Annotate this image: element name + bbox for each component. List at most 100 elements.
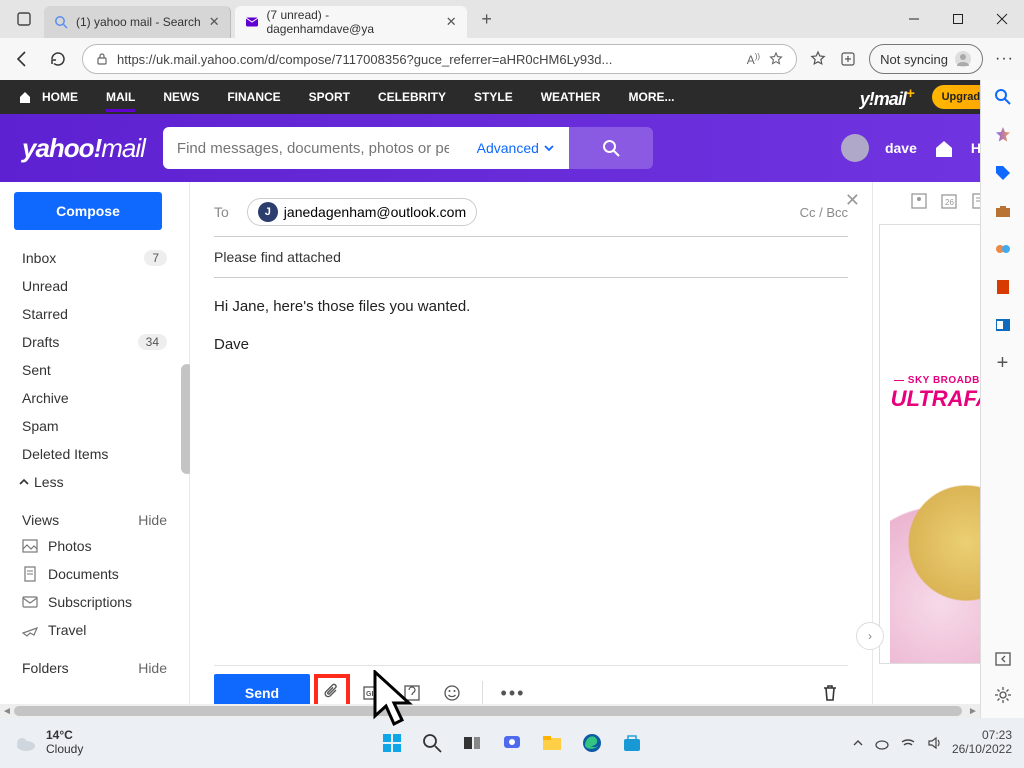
clock[interactable]: 07:23 26/10/2022	[952, 729, 1012, 757]
profile-icon	[954, 50, 972, 68]
subject-field[interactable]: Please find attached	[214, 237, 848, 278]
nav-style[interactable]: STYLE	[474, 90, 513, 104]
settings-icon[interactable]	[992, 684, 1014, 706]
folder-spam[interactable]: Spam	[0, 412, 189, 440]
view-travel[interactable]: Travel	[0, 616, 189, 644]
weather-widget[interactable]: 14°C Cloudy	[12, 729, 83, 757]
scroll-left-icon[interactable]: ◄	[0, 704, 14, 718]
tools-icon[interactable]	[992, 200, 1014, 222]
search-input[interactable]	[163, 127, 463, 169]
compose-button[interactable]: Compose	[14, 192, 162, 230]
view-subscriptions[interactable]: Subscriptions	[0, 588, 189, 616]
yahoo-mail-logo[interactable]: yahoo!mail	[22, 133, 145, 164]
tray-expand-icon[interactable]	[852, 737, 864, 749]
folder-sent[interactable]: Sent	[0, 356, 189, 384]
hide-views[interactable]: Hide	[138, 512, 167, 528]
toolbar-separator	[482, 681, 483, 705]
taskbar-search-icon[interactable]	[417, 728, 447, 758]
calendar-icon[interactable]: 26	[940, 192, 958, 210]
browser-tab-1[interactable]: (1) yahoo mail - Search ✕	[44, 6, 231, 38]
tab-actions-icon[interactable]	[8, 2, 40, 36]
folder-drafts[interactable]: Drafts34	[0, 328, 189, 356]
refresh-button[interactable]	[46, 47, 70, 71]
nav-home[interactable]: HOME	[42, 90, 78, 104]
sync-status[interactable]: Not syncing	[869, 44, 983, 74]
close-window-button[interactable]	[980, 3, 1024, 35]
emoji-icon	[442, 683, 462, 703]
nav-sport[interactable]: SPORT	[309, 90, 350, 104]
search-icon	[54, 15, 68, 29]
folder-deleted[interactable]: Deleted Items	[0, 440, 189, 468]
main-area: Compose Inbox7 Unread Starred Drafts34 S…	[0, 182, 1024, 718]
nav-celebrity[interactable]: CELEBRITY	[378, 90, 446, 104]
minimize-button[interactable]	[892, 3, 936, 35]
recipient-chip[interactable]: J janedagenham@outlook.com	[247, 198, 477, 226]
advanced-search[interactable]: Advanced	[463, 127, 569, 169]
close-compose-button[interactable]: ✕	[845, 190, 860, 211]
message-body[interactable]: Hi Jane, here's those files you wanted. …	[214, 278, 848, 373]
avatar[interactable]	[841, 134, 869, 162]
search-button[interactable]	[569, 127, 653, 169]
start-button[interactable]	[377, 728, 407, 758]
lock-icon	[95, 52, 109, 66]
maximize-button[interactable]	[936, 3, 980, 35]
username[interactable]: dave	[885, 140, 917, 156]
star-add-icon[interactable]	[768, 51, 784, 67]
folder-archive[interactable]: Archive	[0, 384, 189, 412]
shopping-tag-icon[interactable]	[992, 162, 1014, 184]
scrollbar-thumb[interactable]	[14, 706, 962, 716]
browser-tab-2[interactable]: (7 unread) - dagenhamdave@ya ✕	[235, 6, 467, 38]
more-menu-icon[interactable]: ···	[995, 50, 1014, 68]
nav-more[interactable]: MORE...	[628, 90, 674, 104]
close-icon[interactable]: ✕	[209, 14, 220, 30]
nav-mail[interactable]: MAIL	[106, 90, 135, 112]
cc-bcc-toggle[interactable]: Cc / Bcc	[800, 205, 848, 220]
contacts-icon[interactable]	[910, 192, 928, 210]
view-documents[interactable]: Documents	[0, 560, 189, 588]
discover-icon[interactable]	[992, 124, 1014, 146]
close-icon[interactable]: ✕	[446, 14, 457, 30]
url-field[interactable]: https://uk.mail.yahoo.com/d/compose/7117…	[82, 44, 797, 74]
scroll-right-icon[interactable]: ►	[966, 704, 980, 718]
games-icon[interactable]	[992, 238, 1014, 260]
outlook-icon[interactable]	[992, 314, 1014, 336]
tab-1-label: (1) yahoo mail - Search	[76, 15, 201, 29]
bing-search-icon[interactable]	[992, 86, 1014, 108]
chat-icon[interactable]	[497, 728, 527, 758]
stationery-icon	[402, 683, 422, 703]
new-tab-button[interactable]: +	[471, 2, 503, 36]
onedrive-icon[interactable]	[874, 735, 890, 751]
folder-unread[interactable]: Unread	[0, 272, 189, 300]
reader-icon[interactable]: A))	[747, 52, 760, 67]
file-explorer-icon[interactable]	[537, 728, 567, 758]
favorites-icon[interactable]	[809, 50, 827, 68]
carousel-next-button[interactable]: ›	[856, 622, 884, 650]
task-view-icon[interactable]	[457, 728, 487, 758]
mail-icon	[245, 15, 259, 29]
chevron-up-icon	[18, 476, 30, 488]
view-photos[interactable]: Photos	[0, 532, 189, 560]
collapse-sidebar-icon[interactable]	[992, 648, 1014, 670]
volume-icon[interactable]	[926, 735, 942, 751]
collections-icon[interactable]	[839, 50, 857, 68]
nav-news[interactable]: NEWS	[163, 90, 199, 104]
office-icon[interactable]	[992, 276, 1014, 298]
edge-icon[interactable]	[577, 728, 607, 758]
hide-folders[interactable]: Hide	[138, 660, 167, 676]
nav-weather[interactable]: WEATHER	[541, 90, 601, 104]
back-button[interactable]	[10, 47, 34, 71]
sidebar: Compose Inbox7 Unread Starred Drafts34 S…	[0, 182, 190, 718]
cloud-icon	[12, 730, 38, 756]
wifi-icon[interactable]	[900, 735, 916, 751]
less-toggle[interactable]: Less	[0, 468, 189, 496]
document-icon	[22, 566, 38, 582]
home-icon[interactable]	[18, 90, 32, 104]
folder-starred[interactable]: Starred	[0, 300, 189, 328]
nav-finance[interactable]: FINANCE	[227, 90, 280, 104]
add-sidebar-item[interactable]: +	[992, 352, 1014, 374]
home-icon[interactable]	[933, 137, 955, 159]
store-icon[interactable]	[617, 728, 647, 758]
folder-inbox[interactable]: Inbox7	[0, 244, 189, 272]
horizontal-scrollbar[interactable]: ◄ ►	[0, 704, 980, 718]
folders-header: FoldersHide	[0, 652, 189, 680]
